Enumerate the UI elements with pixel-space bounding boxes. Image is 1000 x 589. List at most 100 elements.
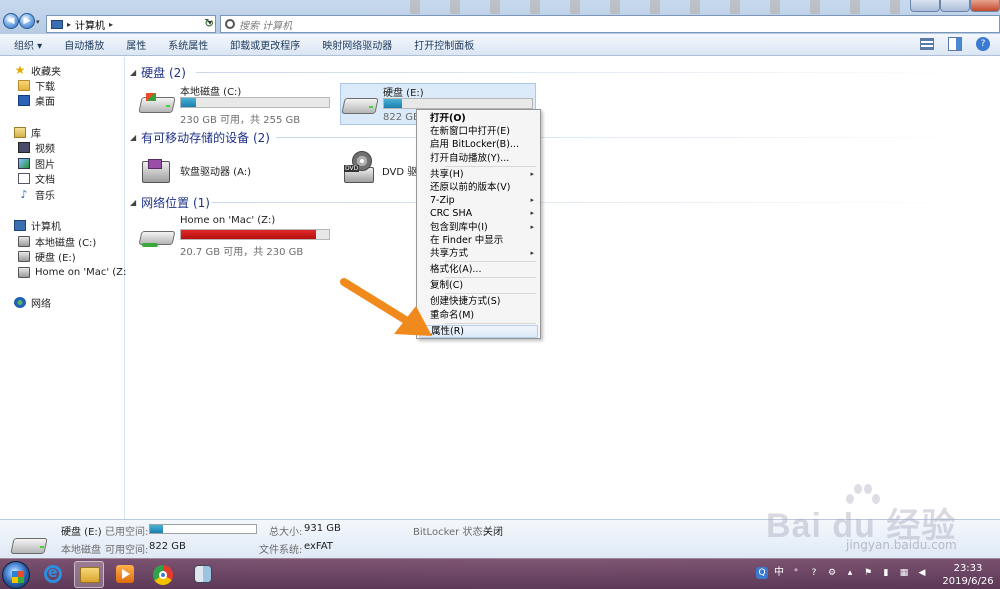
details-drive-name: 硬盘 (E:) bbox=[61, 527, 102, 538]
clock-time: 23:33 bbox=[953, 563, 983, 574]
clock[interactable]: 23:33 2019/6/26 bbox=[938, 562, 998, 588]
menu-item-label: CRC SHA bbox=[430, 208, 473, 220]
toolbar-properties[interactable]: 属性 bbox=[126, 37, 146, 52]
taskbar-explorer[interactable] bbox=[74, 561, 104, 588]
context-menu-item[interactable]: 打开(O) bbox=[419, 112, 538, 125]
drive-name: DVD 驱 bbox=[382, 167, 418, 178]
sidebar-item-drive-z[interactable]: Home on 'Mac' (Z:) bbox=[18, 264, 130, 280]
context-menu-item[interactable]: 还原以前的版本(V) bbox=[419, 181, 538, 194]
sidebar-item-downloads[interactable]: 下载 bbox=[18, 77, 55, 93]
show-hidden-icons[interactable]: ▴ bbox=[844, 567, 856, 579]
group-removable[interactable]: ◢ 有可移动存储的设备 (2) bbox=[130, 129, 270, 145]
sidebar-item-drive-c[interactable]: 本地磁盘 (C:) bbox=[18, 233, 96, 249]
context-menu-item[interactable]: 共享方式 ▸ bbox=[419, 247, 538, 260]
picture-icon bbox=[18, 157, 30, 169]
sidebar-item-pictures[interactable]: 图片 bbox=[18, 155, 55, 171]
sidebar-item-libraries[interactable]: 库 bbox=[14, 124, 41, 140]
maximize-button[interactable] bbox=[940, 0, 970, 12]
submenu-arrow-icon: ▸ bbox=[530, 248, 534, 257]
menu-item-label: 重命名(M) bbox=[430, 309, 475, 321]
taskbar-chrome[interactable] bbox=[148, 561, 178, 588]
drive-z[interactable]: Home on 'Mac' (Z:) 20.7 GB 可用，共 230 GB bbox=[138, 215, 334, 258]
details-fs-label: 文件系统: bbox=[259, 545, 303, 556]
battery-icon[interactable]: ▮ bbox=[880, 567, 892, 579]
menu-separator bbox=[445, 322, 536, 324]
toolbar-control-panel[interactable]: 打开控制面板 bbox=[414, 37, 474, 52]
context-menu-item[interactable]: 创建快捷方式(S) bbox=[419, 295, 538, 308]
search-input[interactable]: 搜索 计算机 bbox=[220, 15, 1000, 33]
recent-pages-dropdown-icon[interactable]: ▾ bbox=[36, 18, 42, 26]
taskbar-media-player[interactable] bbox=[110, 561, 140, 588]
sidebar-item-network[interactable]: 网络 bbox=[14, 294, 51, 310]
context-menu-item[interactable]: 启用 BitLocker(B)... bbox=[419, 138, 538, 151]
refresh-icon[interactable]: ↻ bbox=[204, 16, 214, 30]
sidebar-item-label: 本地磁盘 (C:) bbox=[35, 237, 97, 249]
toolbar-uninstall[interactable]: 卸载或更改程序 bbox=[230, 37, 300, 52]
context-menu-item[interactable]: 在新窗口中打开(E) bbox=[419, 125, 538, 138]
menu-item-label: 7-Zip bbox=[430, 195, 455, 207]
group-hard-disks[interactable]: ◢ 硬盘 (2) bbox=[130, 64, 186, 80]
toolbar-organize[interactable]: 组织 ▾ bbox=[14, 37, 42, 52]
taskbar-finder[interactable] bbox=[188, 561, 218, 588]
chevron-right-icon[interactable]: ▸ bbox=[67, 20, 71, 29]
toolbar-system-properties[interactable]: 系统属性 bbox=[168, 37, 208, 52]
volume-icon[interactable]: ◀ bbox=[916, 567, 928, 579]
group-network-locations[interactable]: ◢ 网络位置 (1) bbox=[130, 194, 210, 210]
taskbar-ie[interactable]: e bbox=[38, 561, 68, 588]
sidebar-item-label: 音乐 bbox=[35, 190, 55, 202]
sidebar-item-desktop[interactable]: 桌面 bbox=[18, 92, 55, 108]
start-button[interactable] bbox=[2, 561, 30, 589]
sidebar-item-favorites[interactable]: ★ 收藏夹 bbox=[14, 62, 61, 78]
toolbar-autoplay[interactable]: 自动播放 bbox=[64, 37, 104, 52]
change-view-icon[interactable] bbox=[920, 38, 934, 50]
ime-indicator[interactable]: 中 bbox=[774, 567, 784, 579]
menu-item-label: 打开自动播放(Y)... bbox=[430, 152, 510, 164]
toolbar-map-network-drive[interactable]: 映射网络驱动器 bbox=[322, 37, 392, 52]
context-menu-item[interactable]: 在 Finder 中显示 bbox=[419, 234, 538, 247]
context-menu-item[interactable]: 重命名(M) bbox=[419, 309, 538, 322]
sidebar-item-label: 收藏夹 bbox=[31, 66, 61, 78]
sidebar-item-computer[interactable]: 计算机 bbox=[14, 217, 61, 233]
drive-a[interactable]: 软盘驱动器 (A:) bbox=[138, 151, 334, 193]
flag-icon[interactable]: ⚑ bbox=[862, 567, 874, 579]
context-menu-item[interactable]: 复制(C) bbox=[419, 279, 538, 292]
context-menu-item[interactable]: 7-Zip ▸ bbox=[419, 194, 538, 207]
context-menu-item[interactable]: 打开自动播放(Y)... bbox=[419, 152, 538, 165]
collapse-arrow-icon[interactable]: ◢ bbox=[130, 68, 136, 77]
qq-input-icon[interactable]: Q bbox=[756, 567, 768, 579]
context-menu-item[interactable]: 包含到库中(I) ▸ bbox=[419, 221, 538, 234]
sidebar-item-drive-e[interactable]: 硬盘 (E:) bbox=[18, 248, 76, 264]
punctuation-icon[interactable]: ° bbox=[790, 567, 802, 579]
help-icon[interactable]: ? bbox=[976, 37, 990, 51]
sidebar-item-music[interactable]: ♪ 音乐 bbox=[18, 186, 55, 202]
close-button[interactable] bbox=[970, 0, 1000, 12]
sidebar-item-videos[interactable]: 视频 bbox=[18, 139, 55, 155]
context-menu-item[interactable]: CRC SHA ▸ bbox=[419, 207, 538, 220]
back-button[interactable]: ◀ bbox=[3, 13, 19, 29]
chevron-right-icon[interactable]: ▸ bbox=[109, 20, 113, 29]
preview-pane-icon[interactable] bbox=[948, 37, 962, 51]
help-tray-icon[interactable]: ? bbox=[808, 567, 820, 579]
forward-button[interactable]: ▶ bbox=[19, 13, 35, 29]
drive-c[interactable]: 本地磁盘 (C:) 230 GB 可用，共 255 GB bbox=[138, 83, 334, 126]
sidebar-item-label: 下载 bbox=[35, 81, 55, 93]
context-menu-item[interactable]: 共享(H) ▸ bbox=[419, 168, 538, 181]
breadcrumb-computer[interactable]: 计算机 bbox=[75, 17, 105, 32]
windows-logo-icon bbox=[146, 93, 156, 101]
collapse-arrow-icon[interactable]: ◢ bbox=[130, 133, 136, 142]
network-icon bbox=[14, 296, 26, 308]
context-menu-item[interactable]: 属性(R) bbox=[419, 324, 538, 338]
details-free-value: 822 GB bbox=[149, 541, 186, 552]
context-menu-item[interactable]: 格式化(A)... bbox=[419, 263, 538, 276]
sidebar-item-documents[interactable]: 文档 bbox=[18, 170, 55, 186]
content-pane: ◢ 硬盘 (2) 本地磁盘 (C:) 230 GB 可用，共 255 GB 硬盘… bbox=[126, 57, 1000, 519]
collapse-arrow-icon[interactable]: ◢ bbox=[130, 198, 136, 207]
details-total-value: 931 GB bbox=[304, 523, 341, 534]
settings-tray-icon[interactable]: ⚙ bbox=[826, 567, 838, 579]
minimize-button[interactable] bbox=[910, 0, 940, 12]
address-field[interactable]: ▸ 计算机 ▸ ▾ bbox=[46, 15, 216, 33]
drive-dvd[interactable]: DVD DVD 驱 bbox=[340, 151, 418, 193]
group-title: 有可移动存储的设备 (2) bbox=[141, 130, 270, 145]
network-tray-icon[interactable]: ▦ bbox=[898, 567, 910, 579]
details-pane: 硬盘 (E:) 已用空间: 总大小: 931 GB BitLocker 状态: … bbox=[0, 519, 1000, 558]
